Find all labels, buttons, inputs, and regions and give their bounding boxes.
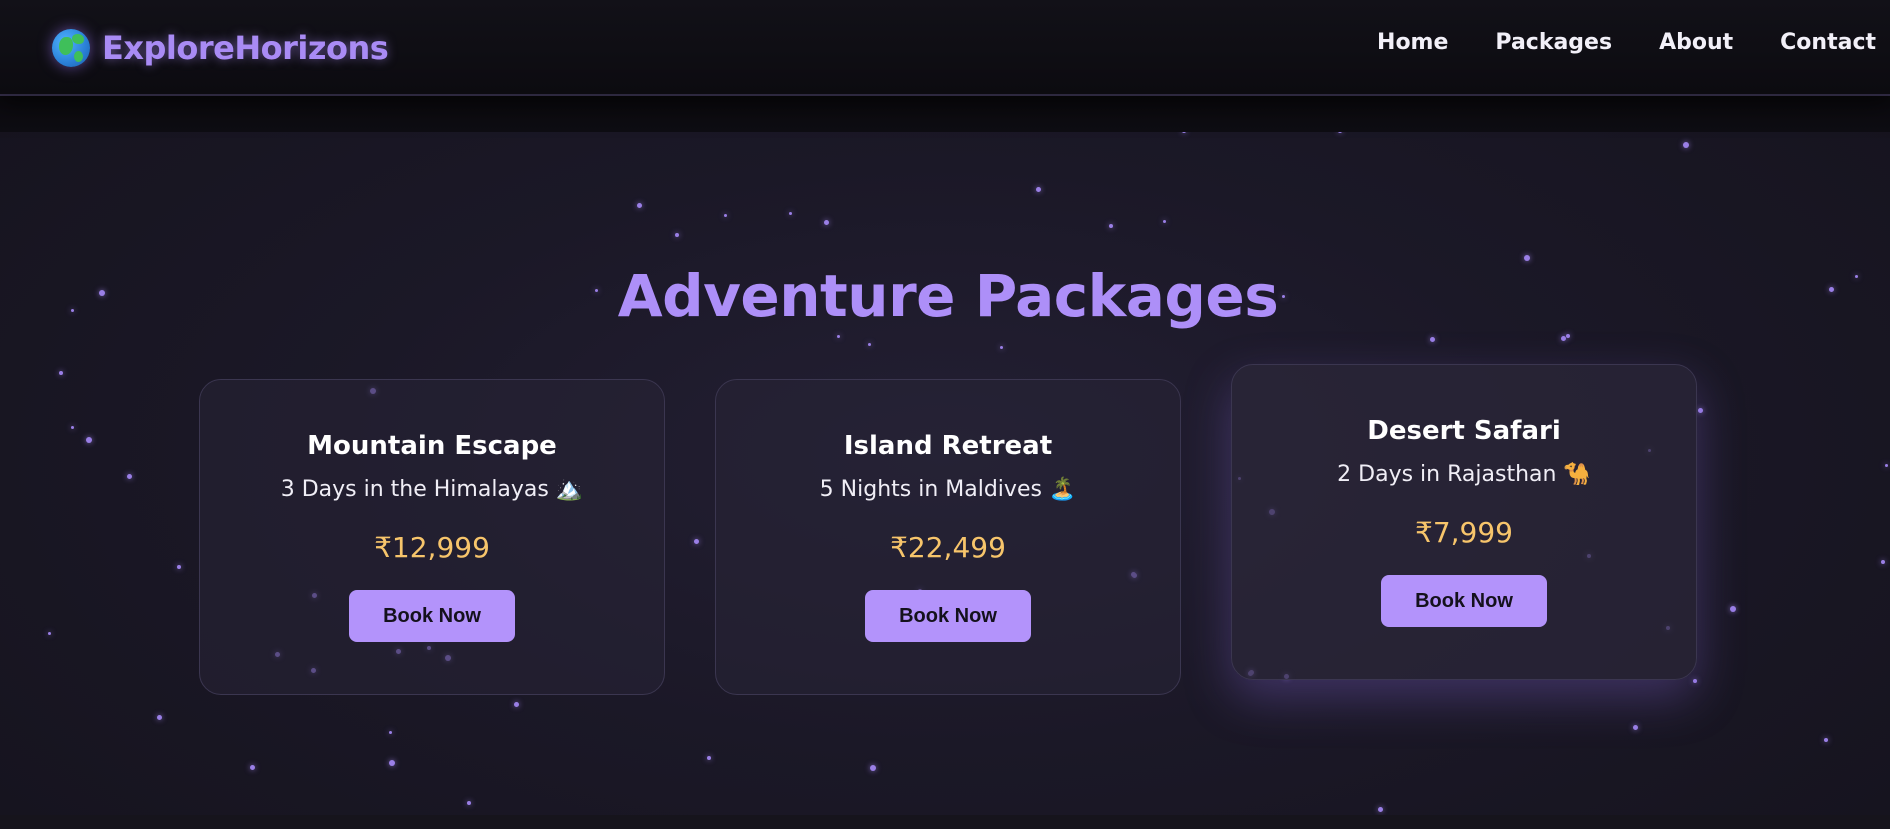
star-dot [1109,224,1113,228]
section-title: Adventure Packages [617,262,1279,330]
navbar: ExploreHorizons Home Packages About Cont… [0,0,1890,94]
star-dot [636,202,642,208]
book-now-button[interactable]: Book Now [349,590,515,642]
package-card-island-retreat: Island Retreat 5 Nights in Maldives 🏝️ ₹… [715,379,1181,695]
star-dot [177,565,181,569]
star-dot [1683,142,1689,148]
star-dot [723,213,727,217]
package-card-desert-safari: Desert Safari 2 Days in Rajasthan 🐪 ₹7,9… [1231,364,1697,680]
package-title: Desert Safari [1367,416,1561,446]
star-dot [47,631,51,635]
nav-link-about[interactable]: About [1659,30,1733,55]
star-dot [86,437,92,443]
package-title: Island Retreat [843,431,1053,461]
nav-link-home[interactable]: Home [1377,30,1448,55]
star-dot [867,342,871,346]
book-now-button[interactable]: Book Now [865,590,1031,642]
star-dot [836,334,840,338]
star-dot [1632,724,1638,730]
star-dot [1884,463,1888,467]
star-dot [1730,606,1736,612]
brand-logo[interactable]: ExploreHorizons [52,26,389,70]
star-dot [389,760,395,766]
star-dot [388,730,392,734]
star-dot [1697,407,1703,413]
package-price: ₹7,999 [1415,516,1513,549]
nav-link-packages[interactable]: Packages [1495,30,1612,55]
star-dot [156,714,162,720]
footer-edge [0,815,1890,829]
star-dot [513,701,519,707]
star-dot [126,473,132,479]
star-dot [999,345,1003,349]
package-title: Mountain Escape [307,431,557,461]
nav-shadow-band [0,94,1890,132]
star-dot [1429,336,1435,342]
nav-link-contact[interactable]: Contact [1780,30,1876,55]
star-dot [788,211,792,215]
brand-name: ExploreHorizons [102,29,389,67]
star-dot [1693,679,1697,683]
star-dot [1566,334,1570,338]
star-dot [1824,738,1828,742]
star-dot [1881,560,1885,564]
page: ExploreHorizons Home Packages About Cont… [0,0,1890,829]
star-dot [675,233,679,237]
package-description: 3 Days in the Himalayas 🏔️ [280,477,584,502]
star-dot [249,764,255,770]
star-dot [707,756,711,760]
star-dot [1035,186,1041,192]
package-price: ₹22,499 [890,531,1006,564]
star-dot [467,801,471,805]
star-dot [70,425,74,429]
star-dot [59,371,63,375]
package-card-mountain-escape: Mountain Escape 3 Days in the Himalayas … [199,379,665,695]
star-dot [693,538,699,544]
star-dot [1377,806,1383,812]
star-dot [870,765,876,771]
globe-icon [52,29,90,67]
star-dot [1524,255,1530,261]
star-dot [823,219,829,225]
nav-menu: Home Packages About Contact [1330,30,1876,55]
package-description: 5 Nights in Maldives 🏝️ [819,477,1077,502]
star-dot [1162,219,1166,223]
star-dot [1560,335,1566,341]
package-price: ₹12,999 [374,531,490,564]
package-description: 2 Days in Rajasthan 🐪 [1337,462,1591,487]
book-now-button[interactable]: Book Now [1381,575,1547,627]
